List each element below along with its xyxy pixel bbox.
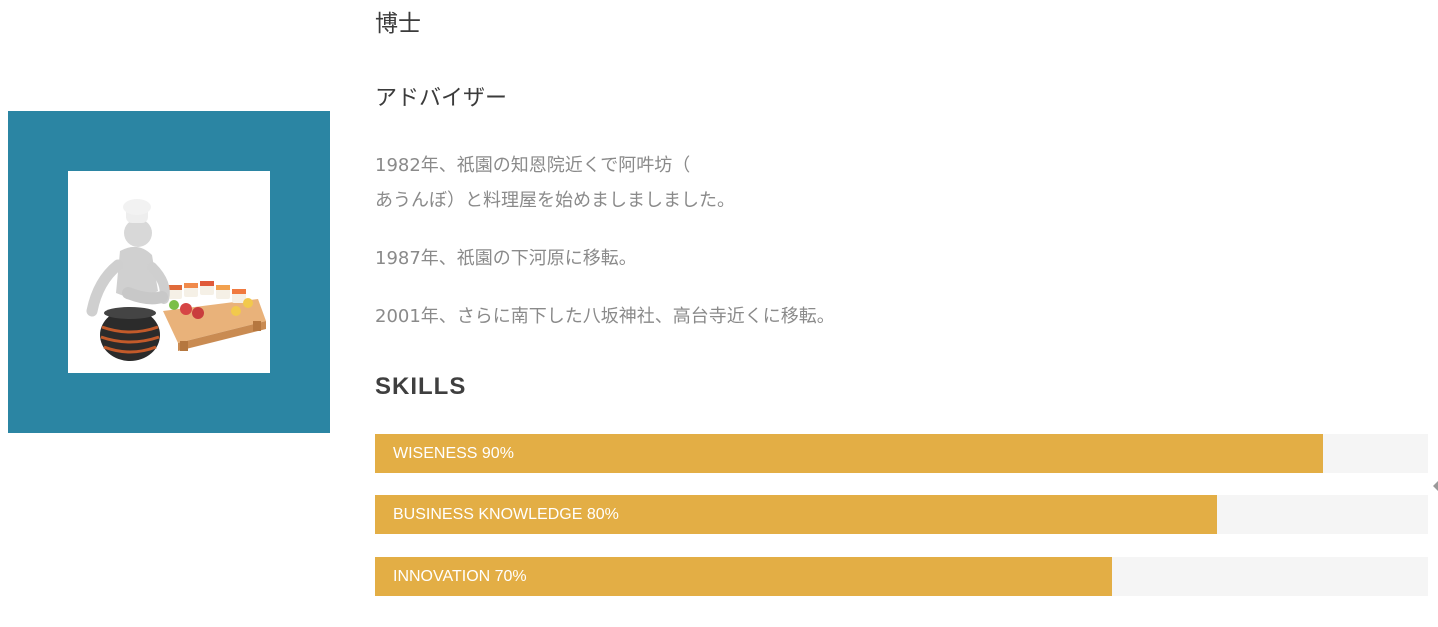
skill-bar-fill [375, 434, 1323, 473]
history-paragraph-2: 1987年、祇園の下河原に移転。 [375, 248, 637, 269]
history-paragraph-3: 2001年、さらに南下した八坂神社、高台寺近くに移転。 [375, 306, 835, 327]
person-name: 博士 [375, 11, 421, 37]
profile-photo [68, 171, 270, 373]
skills-heading: SKILLS [375, 373, 467, 400]
skill-bar-label: INNOVATION 70% [393, 568, 527, 585]
skill-bar-innovation: INNOVATION 70% [375, 557, 1428, 596]
scroll-arrow-icon[interactable] [1433, 481, 1438, 491]
history-line-1a: 1982年、祇園の知恩院近くで阿吽坊（ [375, 155, 691, 176]
history-text: 1982年、祇園の知恩院近くで阿吽坊（ あうんぼ）と料理屋を始めましましました。… [375, 148, 935, 327]
skill-bar-business-knowledge: BUSINESS KNOWLEDGE 80% [375, 495, 1428, 534]
person-role: アドバイザー [375, 86, 508, 111]
history-line-1b: あうんぼ）と料理屋を始めましましました。 [375, 190, 735, 211]
skill-bar-wiseness: WISENESS 90% [375, 434, 1428, 473]
history-paragraph-1: 1982年、祇園の知恩院近くで阿吽坊（ あうんぼ）と料理屋を始めましましました。 [375, 148, 935, 218]
skill-bar-label: BUSINESS KNOWLEDGE 80% [393, 506, 619, 523]
chef-illustration [86, 199, 266, 361]
profile-photo-frame [8, 111, 330, 433]
skill-bar-label: WISENESS 90% [393, 445, 514, 462]
